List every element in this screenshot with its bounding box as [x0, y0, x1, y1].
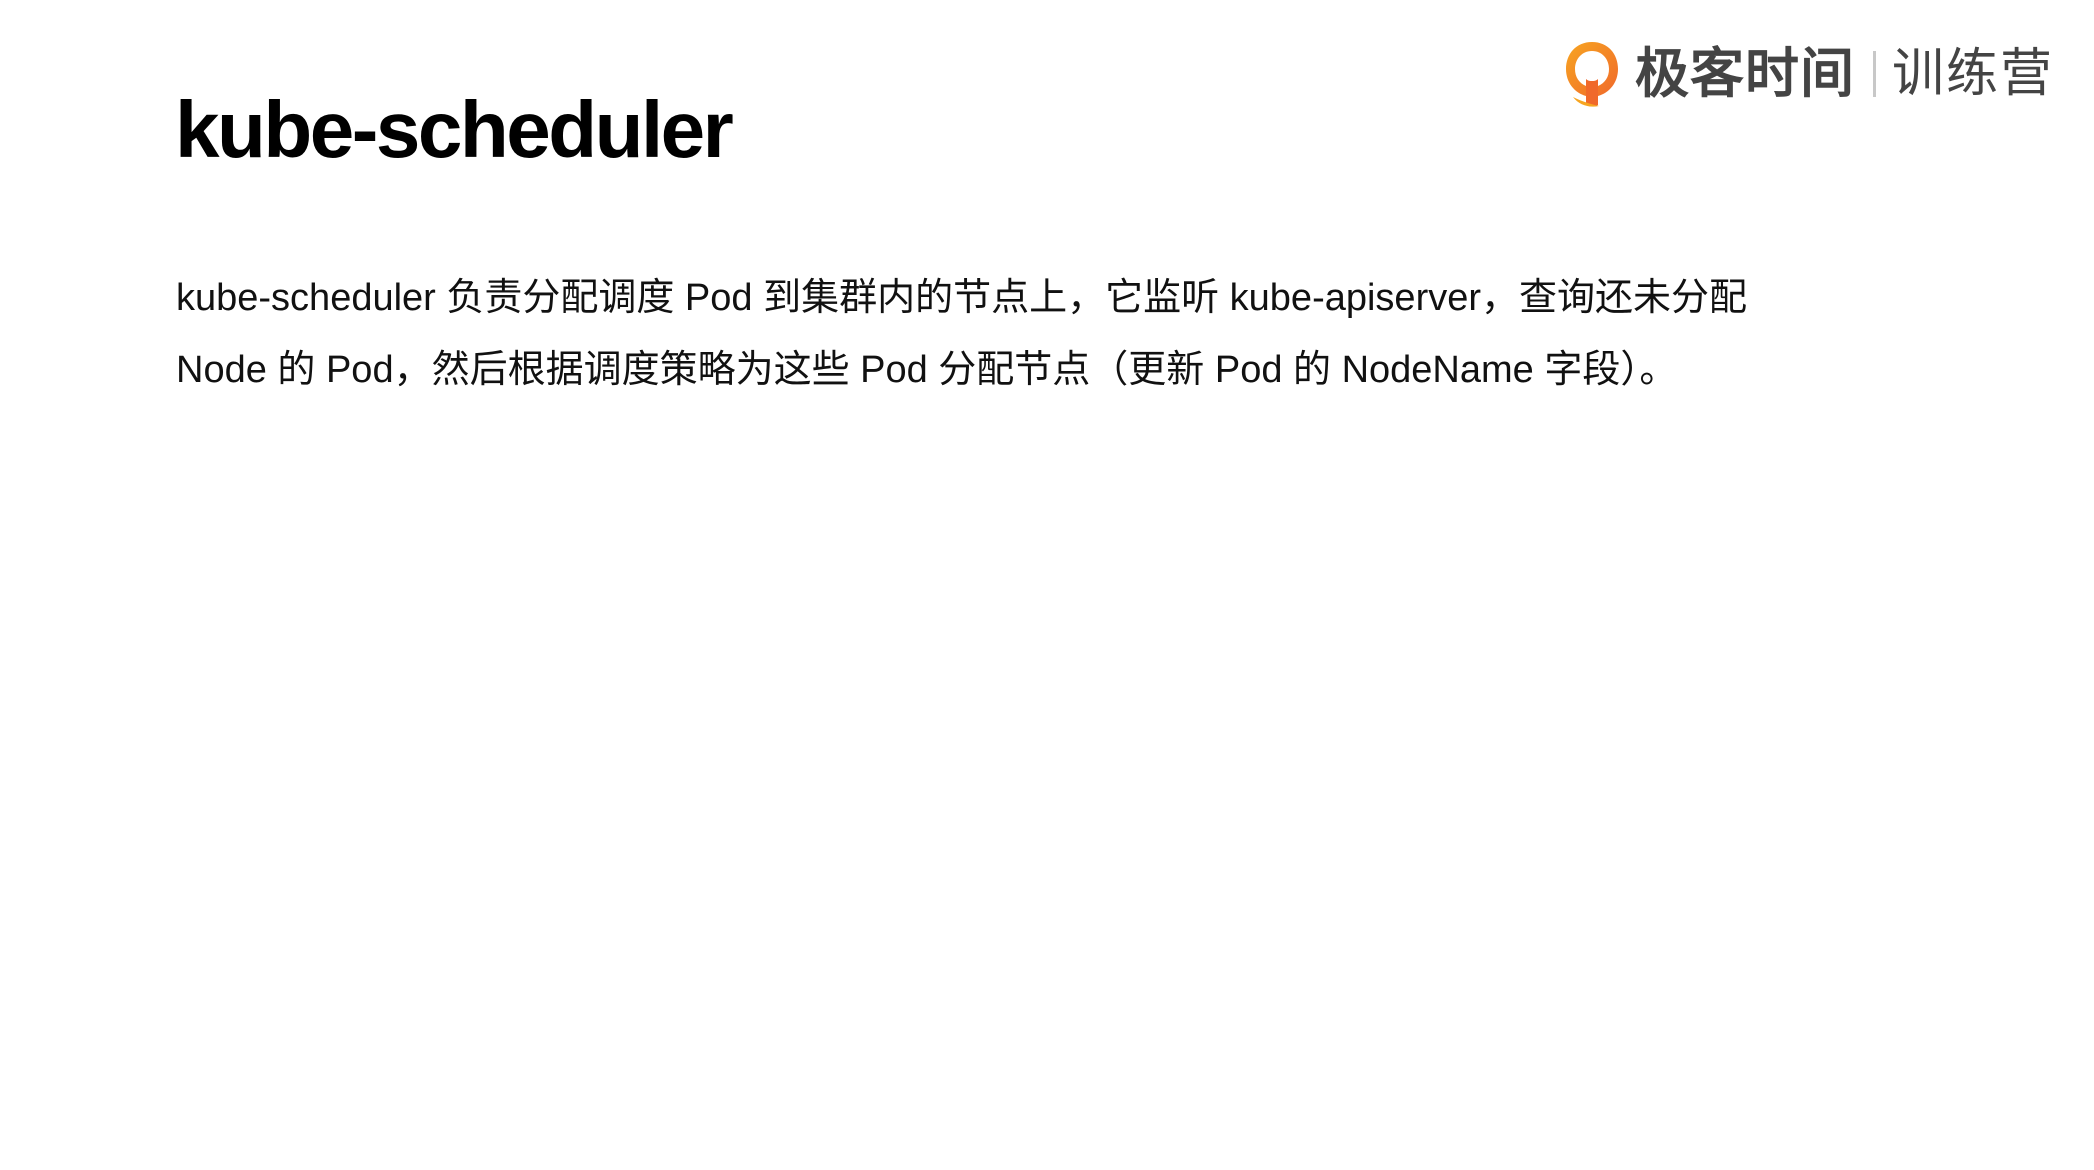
body-line: Node 的 Pod，然后根据调度策略为这些 Pod 分配节点（更新 Pod 的… — [176, 349, 1678, 391]
brand-header: 极客时间 训练营 — [1563, 38, 2054, 110]
body-line: kube-scheduler 负责分配调度 Pod 到集群内的节点上，它监听 k… — [176, 277, 1748, 319]
geektime-logo-icon — [1565, 42, 1618, 107]
brand-name: 极客时间 — [1634, 42, 1855, 105]
brand-subtitle: 训练营 — [1891, 44, 2054, 104]
slide-body: kube-scheduler 负责分配调度 Pod 到集群内的节点上，它监听 k… — [176, 262, 1896, 406]
slide: 极客时间 训练营 kube-scheduler kube-scheduler 负… — [0, 0, 2094, 1170]
brand-divider — [1872, 51, 1876, 97]
slide-title: kube-scheduler — [175, 85, 734, 174]
